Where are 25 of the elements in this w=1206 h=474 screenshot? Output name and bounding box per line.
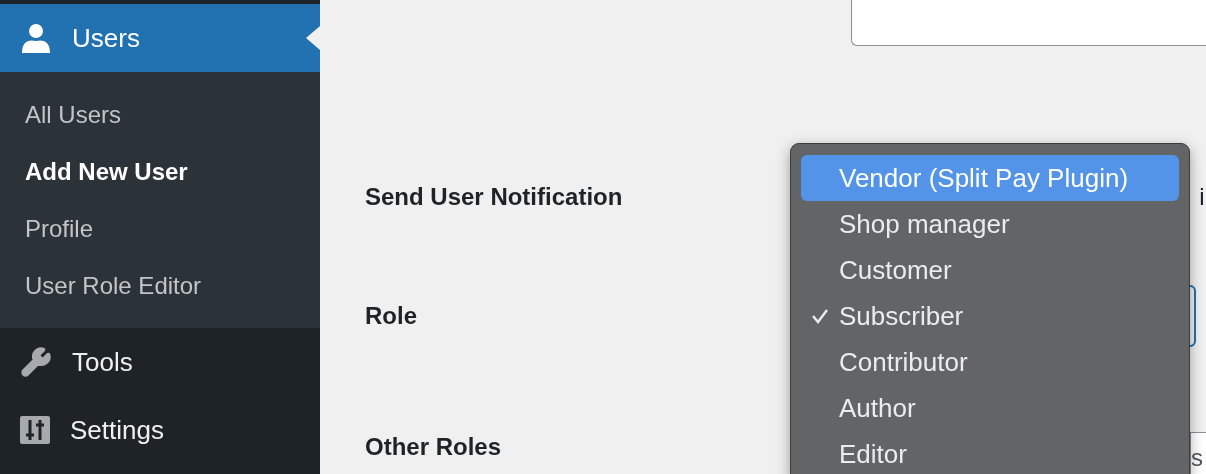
dropdown-option[interactable]: Contributor: [801, 339, 1179, 385]
sidebar-item[interactable]: Tools: [0, 328, 320, 396]
sidebar-item[interactable]: Settings: [0, 396, 320, 464]
field-label: Other Roles: [365, 433, 502, 461]
wrench-icon: [20, 346, 52, 378]
checkbox-label: il: [1199, 183, 1206, 211]
check-icon: [811, 308, 829, 324]
field-label: Role: [365, 302, 417, 330]
dropdown-option[interactable]: Customer: [801, 247, 1179, 293]
input-field[interactable]: s: [1190, 432, 1206, 474]
user-icon: [20, 22, 52, 54]
submenu-item[interactable]: All Users: [0, 86, 320, 143]
dropdown-option[interactable]: Subscriber: [801, 293, 1179, 339]
sliders-icon: [20, 416, 50, 444]
sidebar-item[interactable]: Users: [0, 4, 320, 72]
submenu-item[interactable]: User Role Editor: [0, 257, 320, 314]
dropdown-option[interactable]: Editor: [801, 431, 1179, 474]
dropdown-option[interactable]: Author: [801, 385, 1179, 431]
input-field[interactable]: [851, 0, 1206, 46]
submenu-item[interactable]: Add New User: [0, 143, 320, 200]
dropdown-option[interactable]: Vendor (Split Pay Plugin): [801, 155, 1179, 201]
dropdown-option[interactable]: Shop manager: [801, 201, 1179, 247]
field-label: Send User Notification: [365, 183, 623, 211]
submenu-item[interactable]: Profile: [0, 200, 320, 257]
current-page-pointer: [306, 26, 320, 50]
